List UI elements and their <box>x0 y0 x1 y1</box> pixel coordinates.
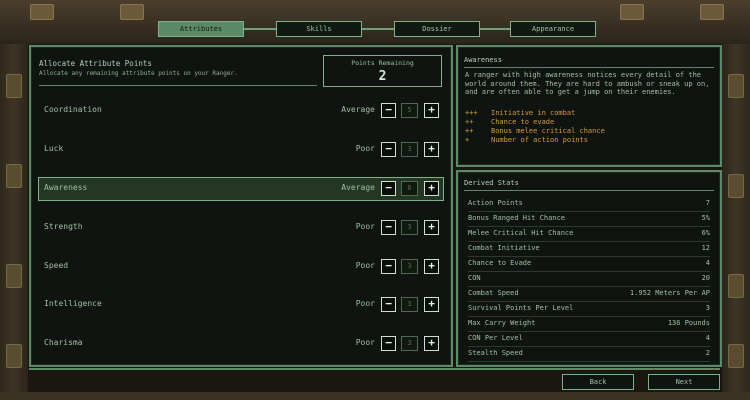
frame-rivet <box>6 264 22 288</box>
attribute-value: 6 <box>401 181 418 196</box>
frame-rivet <box>728 174 744 198</box>
increase-button[interactable]: + <box>424 142 439 157</box>
attribute-rating: Poor <box>355 338 375 347</box>
tab-attributes[interactable]: Attributes <box>158 21 244 37</box>
points-remaining-label: Points Remaining <box>351 59 414 67</box>
attribute-row-strength[interactable]: Strength Poor − 3 + <box>39 217 443 239</box>
attribute-name: Intelligence <box>44 299 102 308</box>
attribute-row-coordination[interactable]: Coordination Average − 5 + <box>39 100 443 122</box>
attribute-value: 3 <box>401 220 418 235</box>
stat-row: Chance to Evade 4 <box>468 256 710 272</box>
stat-row: Combat Speed 1.952 Meters Per AP <box>468 286 710 302</box>
stat-row: CON 20 <box>468 271 710 287</box>
increase-button[interactable]: + <box>424 297 439 312</box>
attribute-value: 5 <box>401 103 418 118</box>
attribute-rating: Average <box>341 183 375 192</box>
derived-stats-panel: Derived Stats Action Points 7 Bonus Range… <box>456 170 722 367</box>
attribute-row-luck[interactable]: Luck Poor − 3 + <box>39 139 443 161</box>
decrease-button[interactable]: − <box>381 103 396 118</box>
frame-right <box>722 44 750 400</box>
increase-button[interactable]: + <box>424 103 439 118</box>
attribute-rating: Poor <box>355 261 375 270</box>
frame-rivet <box>620 4 644 20</box>
derived-stats-title: Derived Stats <box>464 179 519 187</box>
attribute-name: Speed <box>44 261 69 270</box>
decrease-button[interactable]: − <box>381 259 396 274</box>
attribute-description-panel: Awareness A ranger with high awareness n… <box>456 45 722 167</box>
frame-rivet <box>30 4 54 20</box>
attribute-name: Luck <box>44 144 64 153</box>
stat-row: CON Per Level 4 <box>468 331 710 347</box>
effect-item: ++ Bonus melee critical chance <box>465 127 605 135</box>
increase-button[interactable]: + <box>424 336 439 351</box>
frame-rivet <box>700 4 724 20</box>
attribute-name: Awareness <box>44 183 88 192</box>
stat-row: Survival Points Per Level 3 <box>468 301 710 317</box>
frame-bottom <box>0 392 750 400</box>
frame-rivet <box>6 164 22 188</box>
tab-skills[interactable]: Skills <box>276 21 362 37</box>
tab-dossier[interactable]: Dossier <box>394 21 480 37</box>
attribute-row-awareness[interactable]: Awareness Average − 6 + <box>38 177 444 201</box>
attribute-name: Strength <box>44 222 83 231</box>
footer-divider <box>29 368 720 370</box>
next-button[interactable]: Next <box>648 374 720 390</box>
stat-row: Max Carry Weight 136 Pounds <box>468 316 710 332</box>
frame-left <box>0 44 28 400</box>
effect-item: ++ Chance to evade <box>465 118 555 126</box>
effect-item: + Number of action points <box>465 136 588 144</box>
attributes-panel: Allocate Attribute Points Allocate any r… <box>29 45 453 367</box>
description-text: A ranger with high awareness notices eve… <box>465 71 710 96</box>
decrease-button[interactable]: − <box>381 142 396 157</box>
effect-item: +++ Initiative in combat <box>465 109 576 117</box>
increase-button[interactable]: + <box>424 259 439 274</box>
divider <box>464 190 714 191</box>
back-button[interactable]: Back <box>562 374 634 390</box>
decrease-button[interactable]: − <box>381 297 396 312</box>
attribute-value: 3 <box>401 297 418 312</box>
divider <box>39 85 317 86</box>
attribute-value: 3 <box>401 259 418 274</box>
frame-rivet <box>6 344 22 368</box>
frame-rivet <box>6 74 22 98</box>
points-remaining-box: Points Remaining 2 <box>323 55 442 87</box>
increase-button[interactable]: + <box>424 220 439 235</box>
decrease-button[interactable]: − <box>381 181 396 196</box>
attribute-name: Coordination <box>44 105 102 114</box>
attribute-row-intelligence[interactable]: Intelligence Poor − 3 + <box>39 294 443 316</box>
attribute-rating: Poor <box>355 222 375 231</box>
tab-appearance[interactable]: Appearance <box>510 21 596 37</box>
points-remaining-value: 2 <box>378 69 387 84</box>
frame-rivet <box>728 74 744 98</box>
attribute-rating: Poor <box>355 299 375 308</box>
attribute-row-charisma[interactable]: Charisma Poor − 3 + <box>39 333 443 355</box>
divider <box>464 67 714 68</box>
attribute-name: Charisma <box>44 338 83 347</box>
frame-rivet <box>728 344 744 368</box>
decrease-button[interactable]: − <box>381 220 396 235</box>
stat-row: Combat Initiative 12 <box>468 241 710 257</box>
stat-row: Bonus Ranged Hit Chance 5% <box>468 211 710 227</box>
frame-rivet <box>728 274 744 298</box>
attribute-row-speed[interactable]: Speed Poor − 3 + <box>39 256 443 278</box>
increase-button[interactable]: + <box>424 181 439 196</box>
allocate-title: Allocate Attribute Points <box>39 59 152 68</box>
attribute-value: 3 <box>401 142 418 157</box>
allocate-subtitle: Allocate any remaining attribute points … <box>39 70 238 77</box>
tab-bar: Attributes Skills Dossier Appearance <box>158 21 598 37</box>
stat-row: Stealth Speed 2 <box>468 346 710 362</box>
attribute-value: 3 <box>401 336 418 351</box>
effects-list: +++ Initiative in combat ++ Chance to evad… <box>465 109 715 145</box>
frame-rivet <box>120 4 144 20</box>
stat-row: Action Points 7 <box>468 196 710 212</box>
attribute-rating: Poor <box>355 144 375 153</box>
description-title: Awareness <box>464 56 502 64</box>
decrease-button[interactable]: − <box>381 336 396 351</box>
stat-row: Melee Critical Hit Chance 6% <box>468 226 710 242</box>
attribute-rating: Average <box>341 105 375 114</box>
